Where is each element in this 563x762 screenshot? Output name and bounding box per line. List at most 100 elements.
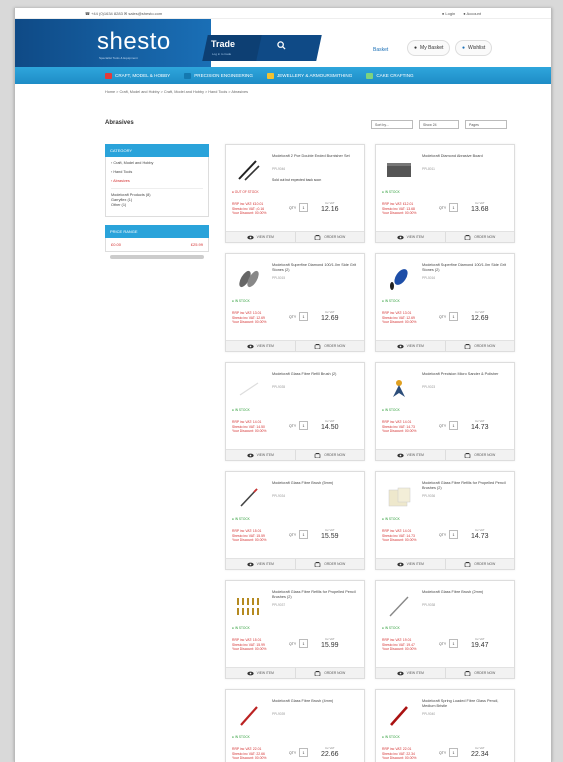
qty-input[interactable]: 1 bbox=[299, 530, 308, 539]
show-select[interactable]: Show 24 bbox=[419, 120, 459, 129]
order-now-button[interactable]: ORDER NOW bbox=[294, 450, 365, 460]
category-item[interactable]: ‹ Hand Tools bbox=[111, 170, 203, 174]
basket-link[interactable]: Basket bbox=[373, 47, 388, 53]
sort-select[interactable]: Sort by... bbox=[371, 120, 413, 129]
login-link[interactable]: ● Login bbox=[442, 11, 455, 16]
wishlist-button[interactable]: ● Wishlist bbox=[455, 40, 493, 56]
qty-input[interactable]: 1 bbox=[299, 203, 308, 212]
category-item-active[interactable]: ‹ Abrasives bbox=[111, 179, 203, 183]
pages-select[interactable]: Pages bbox=[465, 120, 507, 129]
product-image[interactable] bbox=[234, 593, 264, 619]
view-item-button[interactable]: VIEW ITEM bbox=[226, 232, 295, 242]
basket-button[interactable]: ● My Basket bbox=[407, 40, 451, 56]
order-now-button[interactable]: ORDER NOW bbox=[444, 232, 515, 242]
product-title[interactable]: Modelcraft Glass Fibre Refills for Prope… bbox=[272, 590, 360, 600]
brand-filter[interactable]: Garryflex (1) bbox=[111, 198, 203, 202]
product-image[interactable] bbox=[234, 266, 264, 292]
product-image[interactable] bbox=[234, 484, 264, 510]
order-now-button[interactable]: ORDER NOW bbox=[294, 232, 365, 242]
product-title[interactable]: Modelcraft Precision Micro Sander & Poli… bbox=[422, 372, 510, 377]
product-title[interactable]: Modelcraft Glass Fibre Brush (4mm) bbox=[272, 699, 360, 704]
nav-item-jewellery[interactable]: JEWELLERY & ARMOURSMITHING bbox=[266, 72, 352, 79]
price-slider[interactable] bbox=[110, 255, 204, 259]
product-title[interactable]: Modelcraft 2 Pce Double Ended Burnisher … bbox=[272, 154, 360, 159]
product-image[interactable] bbox=[384, 266, 414, 292]
product-card-6[interactable]: Modelcraft Precision Micro Sander & Poli… bbox=[375, 362, 515, 461]
view-item-button[interactable]: VIEW ITEM bbox=[376, 341, 445, 351]
product-card-9[interactable]: Modelcraft Glass Fibre Refills for Prope… bbox=[225, 580, 365, 679]
qty-input[interactable]: 1 bbox=[449, 421, 458, 430]
view-item-button[interactable]: VIEW ITEM bbox=[376, 668, 445, 678]
product-title[interactable]: Modelcraft Superfine Diamond 100/1.0m Si… bbox=[422, 263, 510, 273]
product-title[interactable]: Modelcraft Diamond Abrasive Board bbox=[422, 154, 510, 159]
qty-input[interactable]: 1 bbox=[299, 748, 308, 757]
search-band[interactable] bbox=[256, 35, 322, 61]
order-now-button[interactable]: ORDER NOW bbox=[294, 341, 365, 351]
product-image[interactable] bbox=[384, 593, 414, 619]
brand-filter[interactable]: Modelcraft Products (8) bbox=[111, 188, 203, 197]
product-title[interactable]: Modelcraft Glass Fibre Brush (2mm) bbox=[422, 590, 510, 595]
basket-icon bbox=[464, 452, 471, 458]
product-card-1[interactable]: Modelcraft 2 Pce Double Ended Burnisher … bbox=[225, 144, 365, 243]
qty-input[interactable]: 1 bbox=[299, 312, 308, 321]
qty-input[interactable]: 1 bbox=[449, 312, 458, 321]
view-item-button[interactable]: VIEW ITEM bbox=[376, 450, 445, 460]
product-image[interactable] bbox=[234, 375, 264, 401]
product-code: PPL9035 bbox=[272, 385, 286, 389]
qty-label: QTY bbox=[439, 642, 447, 646]
view-item-button[interactable]: VIEW ITEM bbox=[376, 232, 445, 242]
nav-item-craft[interactable]: CRAFT, MODEL & HOBBY bbox=[105, 72, 170, 79]
product-image[interactable] bbox=[384, 484, 414, 510]
discount: Your Discount: 00.00% bbox=[382, 756, 417, 761]
nav-item-cake[interactable]: CAKE CRAFTING bbox=[366, 72, 414, 79]
product-card-10[interactable]: Modelcraft Glass Fibre Brush (2mm) PPL90… bbox=[375, 580, 515, 679]
product-image[interactable] bbox=[384, 157, 414, 183]
product-title[interactable]: Modelcraft Glass Fibre Brush (5mm) bbox=[272, 481, 360, 486]
qty-input[interactable]: 1 bbox=[449, 748, 458, 757]
order-now-button[interactable]: ORDER NOW bbox=[294, 559, 365, 569]
category-item[interactable]: ‹ Craft, Model and Hobby bbox=[111, 161, 203, 165]
product-card-2[interactable]: Modelcraft Diamond Abrasive Board PPL801… bbox=[375, 144, 515, 243]
product-card-3[interactable]: Modelcraft Superfine Diamond 100/1.0m Si… bbox=[225, 253, 365, 352]
search-icon[interactable] bbox=[277, 41, 287, 51]
qty-input[interactable]: 1 bbox=[299, 639, 308, 648]
view-item-button[interactable]: VIEW ITEM bbox=[226, 450, 295, 460]
order-now-button[interactable]: ORDER NOW bbox=[444, 559, 515, 569]
product-card-5[interactable]: Modelcraft Glass Fibre Refill Brush (2) … bbox=[225, 362, 365, 461]
qty-input[interactable]: 1 bbox=[449, 530, 458, 539]
product-title[interactable]: Modelcraft Glass Fibre Refills for Prope… bbox=[422, 481, 510, 491]
view-item-button[interactable]: VIEW ITEM bbox=[226, 559, 295, 569]
product-card-11[interactable]: Modelcraft Glass Fibre Brush (4mm) PPL90… bbox=[225, 689, 365, 762]
trade-label[interactable]: Trade bbox=[211, 39, 235, 49]
brand-filter[interactable]: Other (1) bbox=[111, 203, 203, 207]
product-image[interactable] bbox=[234, 157, 264, 183]
qty-input[interactable]: 1 bbox=[299, 421, 308, 430]
order-now-button[interactable]: ORDER NOW bbox=[444, 450, 515, 460]
view-item-button[interactable]: VIEW ITEM bbox=[376, 559, 445, 569]
product-card-12[interactable]: Modelcraft Spring Loaded Fibre Glass Pen… bbox=[375, 689, 515, 762]
product-title[interactable]: Modelcraft Spring Loaded Fibre Glass Pen… bbox=[422, 699, 510, 709]
product-title[interactable]: Modelcraft Glass Fibre Refill Brush (2) bbox=[272, 372, 360, 377]
contact-info[interactable]: ☎ +44 (0)1634 8283 ✉ sales@shesto.com bbox=[85, 11, 162, 16]
breadcrumb[interactable]: Home > Craft, Model and Hobby > Craft, M… bbox=[15, 84, 551, 94]
price-details: RRP inc VAT: 14.01 Shesto inc VAT: 14.73 Y… bbox=[382, 529, 416, 543]
product-card-7[interactable]: Modelcraft Glass Fibre Brush (5mm) PPL90… bbox=[225, 471, 365, 570]
nav-item-precision[interactable]: PRECISION ENGINEERING bbox=[184, 72, 253, 79]
order-now-button[interactable]: ORDER NOW bbox=[444, 668, 515, 678]
order-now-button[interactable]: ORDER NOW bbox=[444, 341, 515, 351]
view-item-button[interactable]: VIEW ITEM bbox=[226, 668, 295, 678]
view-item-button[interactable]: VIEW ITEM bbox=[226, 341, 295, 351]
product-card-4[interactable]: Modelcraft Superfine Diamond 100/1.0m Si… bbox=[375, 253, 515, 352]
product-image[interactable] bbox=[384, 375, 414, 401]
site-logo[interactable]: shesto bbox=[97, 28, 171, 56]
order-now-button[interactable]: ORDER NOW bbox=[294, 668, 365, 678]
qty-input[interactable]: 1 bbox=[449, 203, 458, 212]
product-image[interactable] bbox=[384, 702, 414, 728]
wishlist-button-label: Wishlist bbox=[468, 45, 486, 51]
product-card-8[interactable]: Modelcraft Glass Fibre Refills for Prope… bbox=[375, 471, 515, 570]
product-image[interactable] bbox=[234, 702, 264, 728]
account-link[interactable]: ● Account bbox=[463, 11, 481, 16]
qty-input[interactable]: 1 bbox=[449, 639, 458, 648]
product-title[interactable]: Modelcraft Superfine Diamond 100/1.0m Si… bbox=[272, 263, 360, 273]
discount: Your Discount: 00.00% bbox=[232, 756, 267, 761]
